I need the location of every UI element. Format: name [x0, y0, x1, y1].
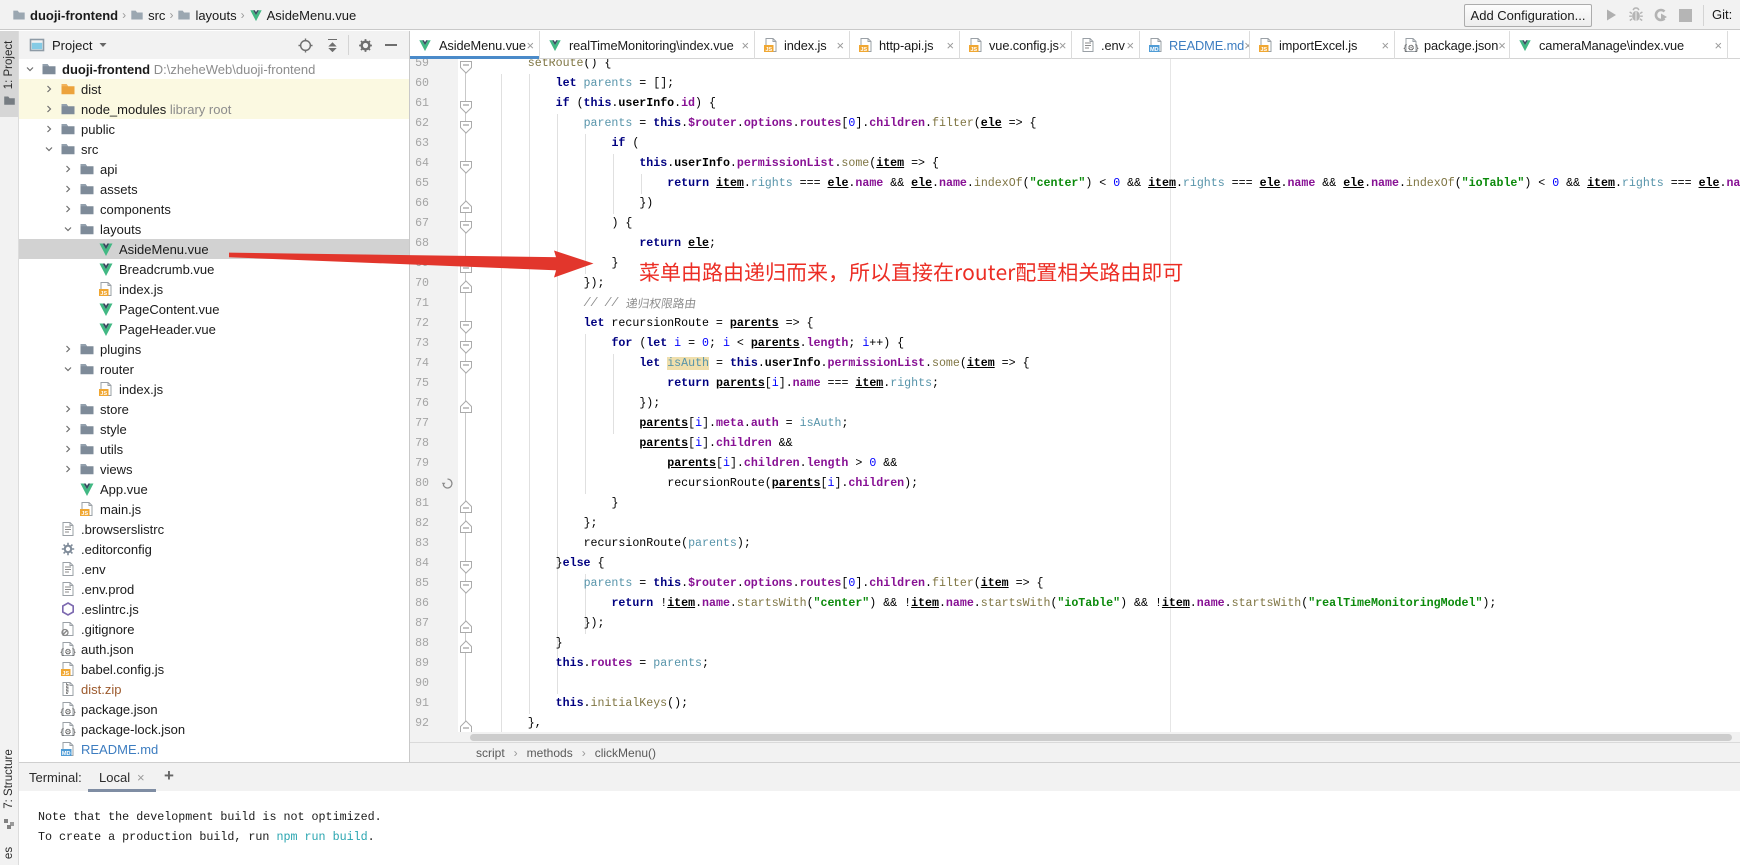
svg-text:JS: JS	[100, 391, 107, 397]
svg-text:JS: JS	[62, 671, 69, 677]
svg-text:{⚙}: {⚙}	[60, 729, 76, 738]
svg-text:JS: JS	[765, 47, 772, 53]
svg-text:{⚙}: {⚙}	[1403, 45, 1419, 54]
svg-text:JS: JS	[970, 47, 977, 53]
svg-text:JS: JS	[100, 291, 107, 297]
svg-text:MD: MD	[62, 751, 71, 757]
svg-text:JS: JS	[860, 47, 867, 53]
svg-text:JS: JS	[1260, 47, 1267, 53]
svg-text:{⚙}: {⚙}	[60, 709, 76, 718]
svg-text:{⚙}: {⚙}	[60, 649, 76, 658]
svg-text:JS: JS	[81, 511, 88, 517]
svg-text:MD: MD	[1150, 47, 1159, 53]
